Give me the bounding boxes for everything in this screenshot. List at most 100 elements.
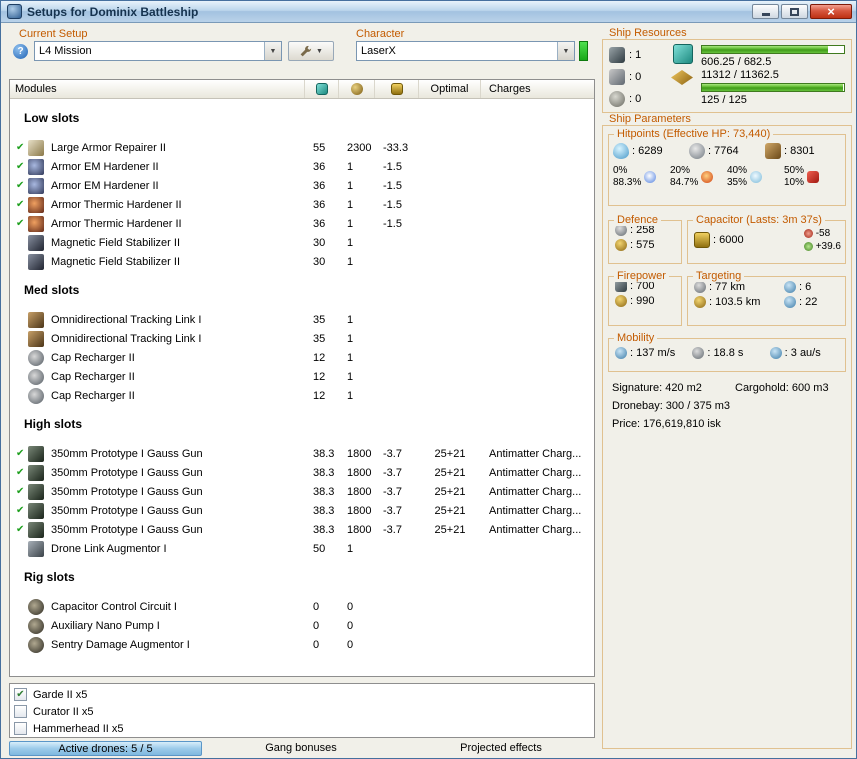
kinetic-resist-cell: 40% 35%: [727, 165, 784, 189]
module-active-check[interactable]: ✔: [10, 180, 28, 191]
module-active-check[interactable]: ✔: [10, 199, 28, 210]
drone-checkbox[interactable]: ✔: [14, 688, 27, 701]
module-active-check[interactable]: ✔: [10, 161, 28, 172]
module-row[interactable]: ✔ Large Armor Repairer II 55 2300 -33.3: [10, 138, 594, 157]
setup-tools-button[interactable]: ▼: [288, 41, 334, 61]
active-drones-indicator[interactable]: Active drones: 5 / 5: [9, 741, 202, 756]
module-row[interactable]: ✔ Armor EM Hardener II 36 1 -1.5: [10, 157, 594, 176]
module-row[interactable]: ✔ 350mm Prototype I Gauss Gun 38.3 1800 …: [10, 501, 594, 520]
modules-panel: Modules Optimal Charges Low slots ✔ Larg…: [9, 79, 595, 677]
capacitor-column-header[interactable]: [375, 80, 419, 98]
setup-combo-arrow[interactable]: ▼: [264, 42, 281, 60]
module-name: Magnetic Field Stabilizer II: [51, 255, 180, 268]
resists-row: 0% 88.3% 20% 84.7% 40% 35% 50% 10%: [609, 163, 845, 191]
module-row[interactable]: ✔ Armor Thermic Hardener II 36 1 -1.5: [10, 214, 594, 233]
cpu-usage-value: 606.25 / 682.5: [701, 56, 772, 68]
module-name: Armor EM Hardener II: [51, 160, 159, 173]
charges-column-header[interactable]: Charges: [481, 80, 594, 98]
armor-explosive-resist: 10%: [784, 177, 805, 188]
dronebay-value: Dronebay: 300 / 375 m3: [612, 400, 731, 412]
module-name: 350mm Prototype I Gauss Gun: [51, 466, 203, 479]
module-cpu-value: 36: [313, 179, 326, 192]
module-row[interactable]: ✔ 350mm Prototype I Gauss Gun 38.3 1800 …: [10, 482, 594, 501]
defence-label: Defence: [614, 214, 661, 226]
module-row[interactable]: Magnetic Field Stabilizer II 30 1: [10, 252, 594, 271]
module-active-check[interactable]: ✔: [10, 524, 28, 535]
cpu-resource-icon: [673, 44, 693, 64]
wrench-icon: [300, 45, 312, 56]
module-name: Cap Recharger II: [51, 389, 135, 402]
module-icon: [28, 253, 44, 270]
setup-combo[interactable]: L4 Mission ▼: [34, 41, 282, 61]
close-icon: ×: [827, 3, 835, 19]
module-pg-value: 1: [347, 217, 354, 230]
module-active-check[interactable]: ✔: [10, 218, 28, 229]
drone-wings-icon: [671, 70, 693, 85]
module-row[interactable]: ✔ 350mm Prototype I Gauss Gun 38.3 1800 …: [10, 463, 594, 482]
powergrid-column-header[interactable]: [339, 80, 375, 98]
module-cpu-value: 38.3: [313, 504, 335, 517]
module-row[interactable]: ✔ 350mm Prototype I Gauss Gun 38.3 1800 …: [10, 444, 594, 463]
minimize-button[interactable]: [752, 4, 779, 19]
module-active-check[interactable]: ✔: [10, 448, 28, 459]
character-combo[interactable]: LaserX ▼: [356, 41, 575, 61]
module-active-check[interactable]: ✔: [10, 486, 28, 497]
gang-bonuses-tab[interactable]: Gang bonuses: [246, 742, 356, 754]
module-row[interactable]: ✔ 350mm Prototype I Gauss Gun 38.3 1800 …: [10, 520, 594, 539]
sensor-strength-icon: [784, 296, 796, 308]
module-row[interactable]: Cap Recharger II 12 1: [10, 386, 594, 405]
align-time-icon: [692, 347, 705, 359]
module-name: Omnidirectional Tracking Link I: [51, 313, 202, 326]
module-name: 350mm Prototype I Gauss Gun: [51, 504, 203, 517]
setup-combo-value: L4 Mission: [39, 45, 92, 57]
defence-value-2: : 575: [630, 239, 655, 251]
em-damage-icon: [644, 171, 657, 183]
module-row[interactable]: Capacitor Control Circuit I 0 0: [10, 597, 594, 616]
drones-panel: ✔ Garde II x5 Curator II x5 Hammerhead I…: [9, 683, 595, 738]
module-row[interactable]: ✔ Armor Thermic Hardener II 36 1 -1.5: [10, 195, 594, 214]
cpu-column-header[interactable]: [305, 80, 339, 98]
character-combo-arrow[interactable]: ▼: [557, 42, 574, 60]
module-pg-value: 1800: [347, 523, 372, 536]
module-row[interactable]: Drone Link Augmentor I 50 1: [10, 539, 594, 558]
optimal-column-header[interactable]: Optimal: [419, 80, 481, 98]
module-row[interactable]: ✔ Armor EM Hardener II 36 1 -1.5: [10, 176, 594, 195]
projected-effects-tab[interactable]: Projected effects: [431, 742, 571, 754]
module-optimal-value: 25+21: [434, 504, 466, 517]
drone-checkbox[interactable]: [14, 705, 27, 718]
module-row[interactable]: Omnidirectional Tracking Link I 35 1: [10, 329, 594, 348]
module-row[interactable]: Magnetic Field Stabilizer II 30 1: [10, 233, 594, 252]
module-active-check[interactable]: ✔: [10, 505, 28, 516]
module-active-check[interactable]: ✔: [10, 467, 28, 478]
help-icon[interactable]: ?: [13, 44, 28, 59]
module-row[interactable]: Cap Recharger II 12 1: [10, 367, 594, 386]
module-cpu-value: 0: [313, 638, 320, 651]
module-name: Magnetic Field Stabilizer II: [51, 236, 180, 249]
drone-row[interactable]: ✔ Garde II x5: [14, 686, 590, 703]
module-cpu-value: 0: [313, 619, 320, 632]
module-cap-value: -3.7: [383, 523, 402, 536]
module-cap-value: -1.5: [383, 179, 402, 192]
module-row[interactable]: Auxiliary Nano Pump I 0 0: [10, 616, 594, 635]
em-resist-cell: 0% 88.3%: [613, 165, 670, 189]
character-combo-value: LaserX: [361, 45, 396, 57]
maximize-icon: [790, 7, 799, 16]
module-charges-value: Antimatter Charg...: [489, 504, 582, 517]
module-row[interactable]: Cap Recharger II 12 1: [10, 348, 594, 367]
module-row[interactable]: Omnidirectional Tracking Link I 35 1: [10, 310, 594, 329]
drone-row[interactable]: Hammerhead II x5: [14, 720, 590, 737]
module-name: Armor Thermic Hardener II: [51, 198, 182, 211]
scan-range-icon: [694, 296, 706, 308]
module-name: Armor Thermic Hardener II: [51, 217, 182, 230]
modules-column-header[interactable]: Modules: [10, 80, 305, 98]
drone-row[interactable]: Curator II x5: [14, 703, 590, 720]
module-row[interactable]: Sentry Damage Augmentor I 0 0: [10, 635, 594, 654]
close-button[interactable]: ×: [810, 4, 852, 19]
drone-checkbox[interactable]: [14, 722, 27, 735]
ship-resources-box: : 1 : 0 : 0 606.25 / 682.5 11312 / 11362…: [602, 39, 852, 113]
targeting-box: Targeting : 77 km : 6 : 103.5 km : 22: [687, 270, 846, 326]
mobility-box: Mobility : 137 m/s : 18.8 s : 3 au/s: [608, 332, 846, 372]
maximize-button[interactable]: [781, 4, 808, 19]
module-icon: [28, 234, 44, 251]
module-active-check[interactable]: ✔: [10, 142, 28, 153]
